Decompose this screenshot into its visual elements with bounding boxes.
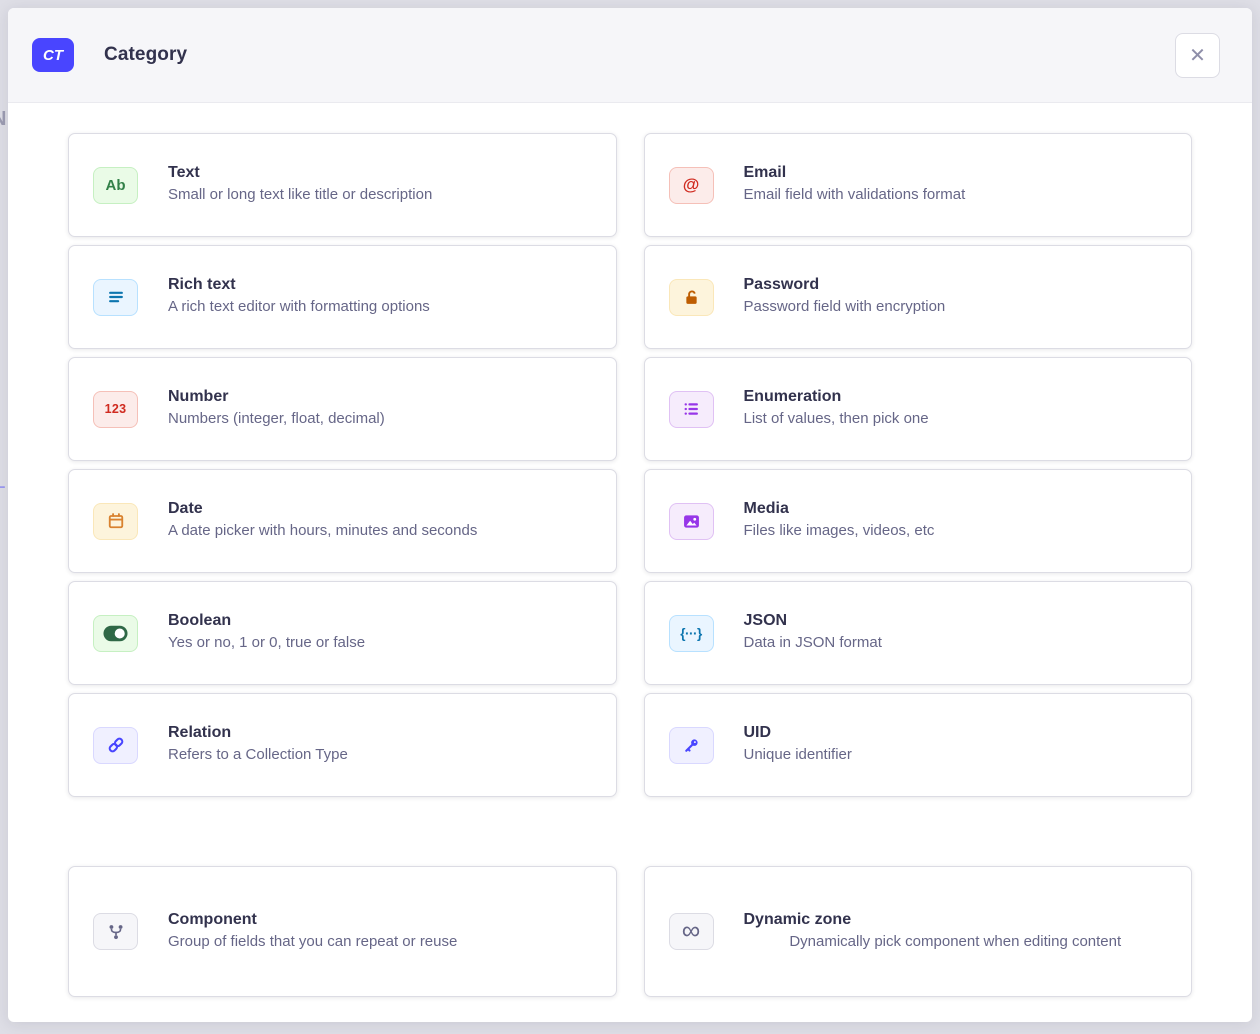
chain-link-icon — [93, 727, 138, 764]
field-type-card-media[interactable]: Media Files like images, videos, etc — [644, 469, 1193, 573]
toggle-on-icon — [93, 615, 138, 652]
field-type-card-email[interactable]: @ Email Email field with validations for… — [644, 133, 1193, 237]
field-type-card-boolean[interactable]: Boolean Yes or no, 1 or 0, true or false — [68, 581, 617, 685]
field-type-card-enumeration[interactable]: Enumeration List of values, then pick on… — [644, 357, 1193, 461]
card-title: Dynamic zone — [744, 911, 1168, 929]
close-button[interactable]: ✕ — [1175, 33, 1220, 78]
field-type-grid-advanced: Component Group of fields that you can r… — [68, 866, 1192, 997]
card-title: Number — [168, 388, 592, 406]
field-type-card-dynamiczone[interactable]: ∞ Dynamic zone Dynamically pick componen… — [644, 866, 1193, 997]
card-title: Password — [744, 276, 1168, 294]
card-description: Password field with encryption — [744, 297, 1168, 317]
field-type-card-password[interactable]: Password Password field with encryption — [644, 245, 1193, 349]
card-title: Boolean — [168, 612, 592, 630]
card-description: Unique identifier — [744, 745, 1168, 765]
ab-text-icon: Ab — [93, 167, 138, 204]
card-description: Numbers (integer, float, decimal) — [168, 409, 592, 429]
card-title: Rich text — [168, 276, 592, 294]
field-type-grid-primary: Ab Text Small or long text like title or… — [68, 133, 1192, 797]
card-title: JSON — [744, 612, 1168, 630]
card-description: Data in JSON format — [744, 633, 1168, 653]
modal-title: Category — [104, 44, 187, 66]
card-description: Refers to a Collection Type — [168, 745, 592, 765]
background-clipped-text: N — [0, 108, 6, 131]
card-title: UID — [744, 724, 1168, 742]
card-title: Enumeration — [744, 388, 1168, 406]
at-sign-icon: @ — [669, 167, 714, 204]
number-123-icon: 123 — [93, 391, 138, 428]
field-type-card-uid[interactable]: UID Unique identifier — [644, 693, 1193, 797]
field-type-card-component[interactable]: Component Group of fields that you can r… — [68, 866, 617, 997]
field-type-card-number[interactable]: 123 Number Numbers (integer, float, deci… — [68, 357, 617, 461]
collection-type-badge: CT — [32, 38, 74, 72]
close-icon: ✕ — [1189, 43, 1206, 68]
card-description: List of values, then pick one — [744, 409, 1168, 429]
card-description: A rich text editor with formatting optio… — [168, 297, 592, 317]
modal-header: CT Category ✕ — [8, 8, 1252, 103]
field-type-card-richtext[interactable]: Rich text A rich text editor with format… — [68, 245, 617, 349]
bullet-list-icon — [669, 391, 714, 428]
card-description: Group of fields that you can repeat or r… — [168, 932, 592, 952]
infinity-icon: ∞ — [669, 913, 714, 950]
card-title: Component — [168, 911, 592, 929]
field-type-card-json[interactable]: {···} JSON Data in JSON format — [644, 581, 1193, 685]
card-title: Text — [168, 164, 592, 182]
json-braces-icon: {···} — [669, 615, 714, 652]
field-type-card-text[interactable]: Ab Text Small or long text like title or… — [68, 133, 617, 237]
card-title: Date — [168, 500, 592, 518]
field-type-modal: CT Category ✕ Ab Text Small or long text… — [8, 8, 1252, 1022]
card-description: Dynamically pick component when editing … — [744, 932, 1168, 952]
card-description: Yes or no, 1 or 0, true or false — [168, 633, 592, 653]
calendar-icon — [93, 503, 138, 540]
card-description: Small or long text like title or descrip… — [168, 185, 592, 205]
lock-icon — [669, 279, 714, 316]
card-title: Media — [744, 500, 1168, 518]
card-description: Files like images, videos, etc — [744, 521, 1168, 541]
card-title: Relation — [168, 724, 592, 742]
card-title: Email — [744, 164, 1168, 182]
branch-icon — [93, 913, 138, 950]
background-clipped-plus: + — [0, 474, 6, 502]
field-type-card-date[interactable]: Date A date picker with hours, minutes a… — [68, 469, 617, 573]
card-description: A date picker with hours, minutes and se… — [168, 521, 592, 541]
card-description: Email field with validations format — [744, 185, 1168, 205]
key-icon — [669, 727, 714, 764]
field-type-card-relation[interactable]: Relation Refers to a Collection Type — [68, 693, 617, 797]
align-left-icon — [93, 279, 138, 316]
modal-body: Ab Text Small or long text like title or… — [8, 103, 1252, 997]
picture-icon — [669, 503, 714, 540]
